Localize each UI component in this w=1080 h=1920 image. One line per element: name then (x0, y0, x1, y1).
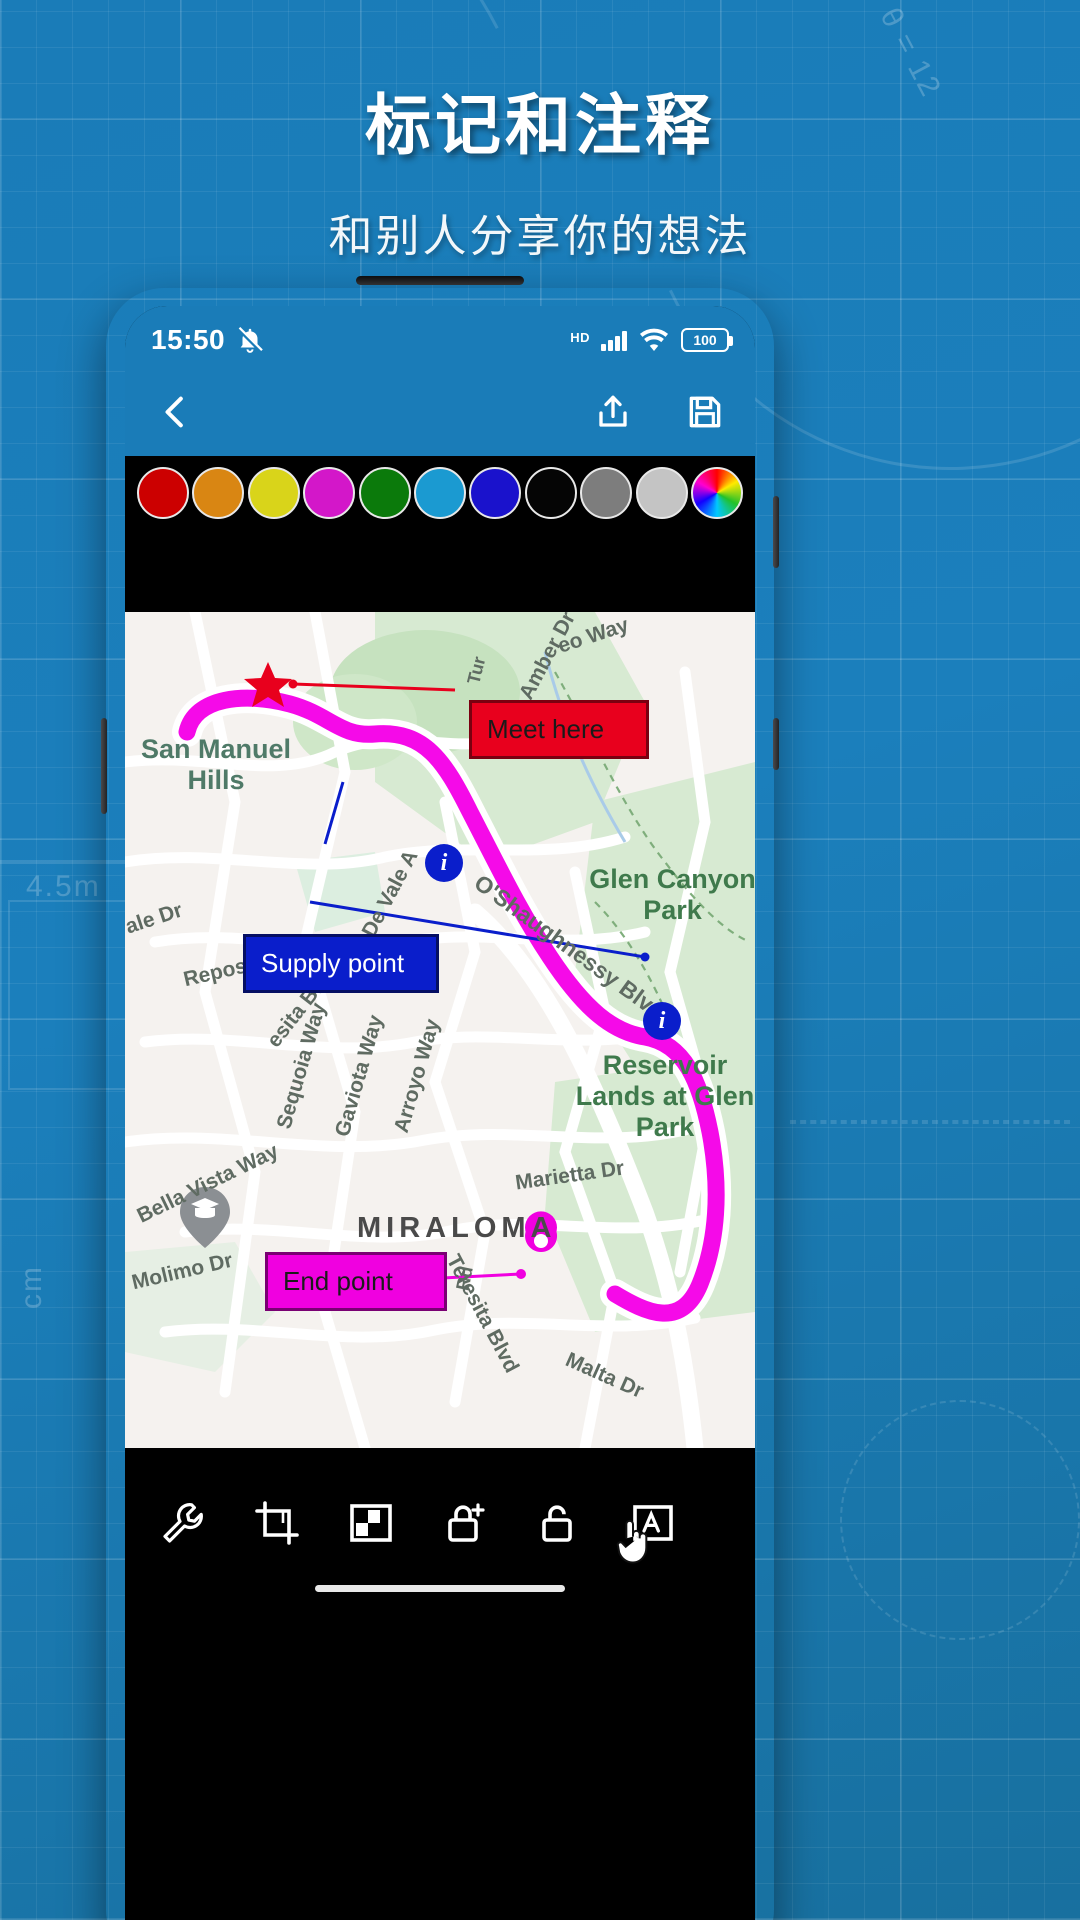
app-toolbar-right (593, 390, 725, 434)
info-pin-reservoir[interactable]: i (643, 1002, 681, 1040)
side-button-2[interactable] (773, 718, 779, 770)
hd-label: HD (570, 330, 590, 345)
blueprint-label-distance: 4.5m (26, 870, 101, 903)
color-palette[interactable] (125, 456, 755, 530)
lock-open-icon[interactable] (535, 1499, 583, 1547)
lock-plus-icon[interactable] (441, 1499, 489, 1547)
color-swatch-yellow[interactable] (247, 467, 300, 519)
status-bar: 15:50 HD 100 (125, 306, 755, 368)
earpiece-speaker (356, 276, 524, 285)
phone-mockup: 15:50 HD 100 San Manuel Hills Glen Canyo… (101, 276, 779, 1920)
bottom-toolbar (125, 1448, 755, 1598)
text-box-icon[interactable] (629, 1499, 677, 1547)
share-icon[interactable] (593, 390, 633, 434)
checkerboard-icon[interactable] (347, 1499, 395, 1547)
power-button[interactable] (773, 496, 779, 568)
bell-muted-icon (237, 326, 263, 353)
wifi-icon (639, 328, 669, 352)
floppy-save-icon[interactable] (685, 390, 725, 434)
battery-indicator: 100 (681, 328, 733, 352)
chevron-left-icon[interactable] (155, 390, 195, 434)
color-swatch-light-gray[interactable] (635, 467, 688, 519)
blueprint-label-cm: cm (15, 1265, 48, 1309)
wrench-icon[interactable] (159, 1499, 207, 1547)
color-swatch-blue[interactable] (469, 467, 522, 519)
blueprint-circle-1 (840, 1400, 1080, 1640)
page-title: 标记和注释 (365, 88, 715, 162)
color-swatch-rainbow-picker[interactable] (690, 467, 743, 519)
info-pin-supply[interactable]: i (425, 844, 463, 882)
annotation-meet-here[interactable]: Meet here (469, 700, 649, 759)
annotation-supply-point[interactable]: Supply point (243, 934, 439, 993)
color-swatch-orange[interactable] (192, 467, 245, 519)
color-swatch-magenta[interactable] (303, 467, 356, 519)
status-bar-right: HD 100 (570, 327, 733, 353)
app-toolbar (125, 368, 755, 456)
signal-bars-icon (601, 330, 627, 351)
promo-headline-block: 标记和注释 和别人分享你的想法 (0, 88, 1080, 264)
canvas-letterbox-top (125, 530, 755, 612)
crop-icon[interactable] (253, 1499, 301, 1547)
page-subtitle: 和别人分享你的想法 (328, 211, 752, 261)
color-swatch-gray[interactable] (580, 467, 633, 519)
color-swatch-red[interactable] (137, 467, 189, 519)
blueprint-line-3 (790, 1120, 1070, 1124)
color-swatch-black[interactable] (524, 467, 577, 519)
battery-level-text: 100 (693, 332, 717, 348)
phone-screen: 15:50 HD 100 San Manuel Hills Glen Canyo… (125, 306, 755, 1920)
color-swatch-green[interactable] (358, 467, 411, 519)
home-indicator (315, 1585, 565, 1592)
status-clock: 15:50 (151, 324, 226, 355)
annotation-end-point[interactable]: End point (265, 1252, 447, 1311)
status-bar-left: 15:50 (151, 324, 265, 356)
map-canvas[interactable]: San Manuel Hills Glen Canyon Park Reserv… (125, 612, 755, 1448)
volume-button[interactable] (101, 718, 107, 814)
color-swatch-light-blue[interactable] (413, 467, 466, 519)
